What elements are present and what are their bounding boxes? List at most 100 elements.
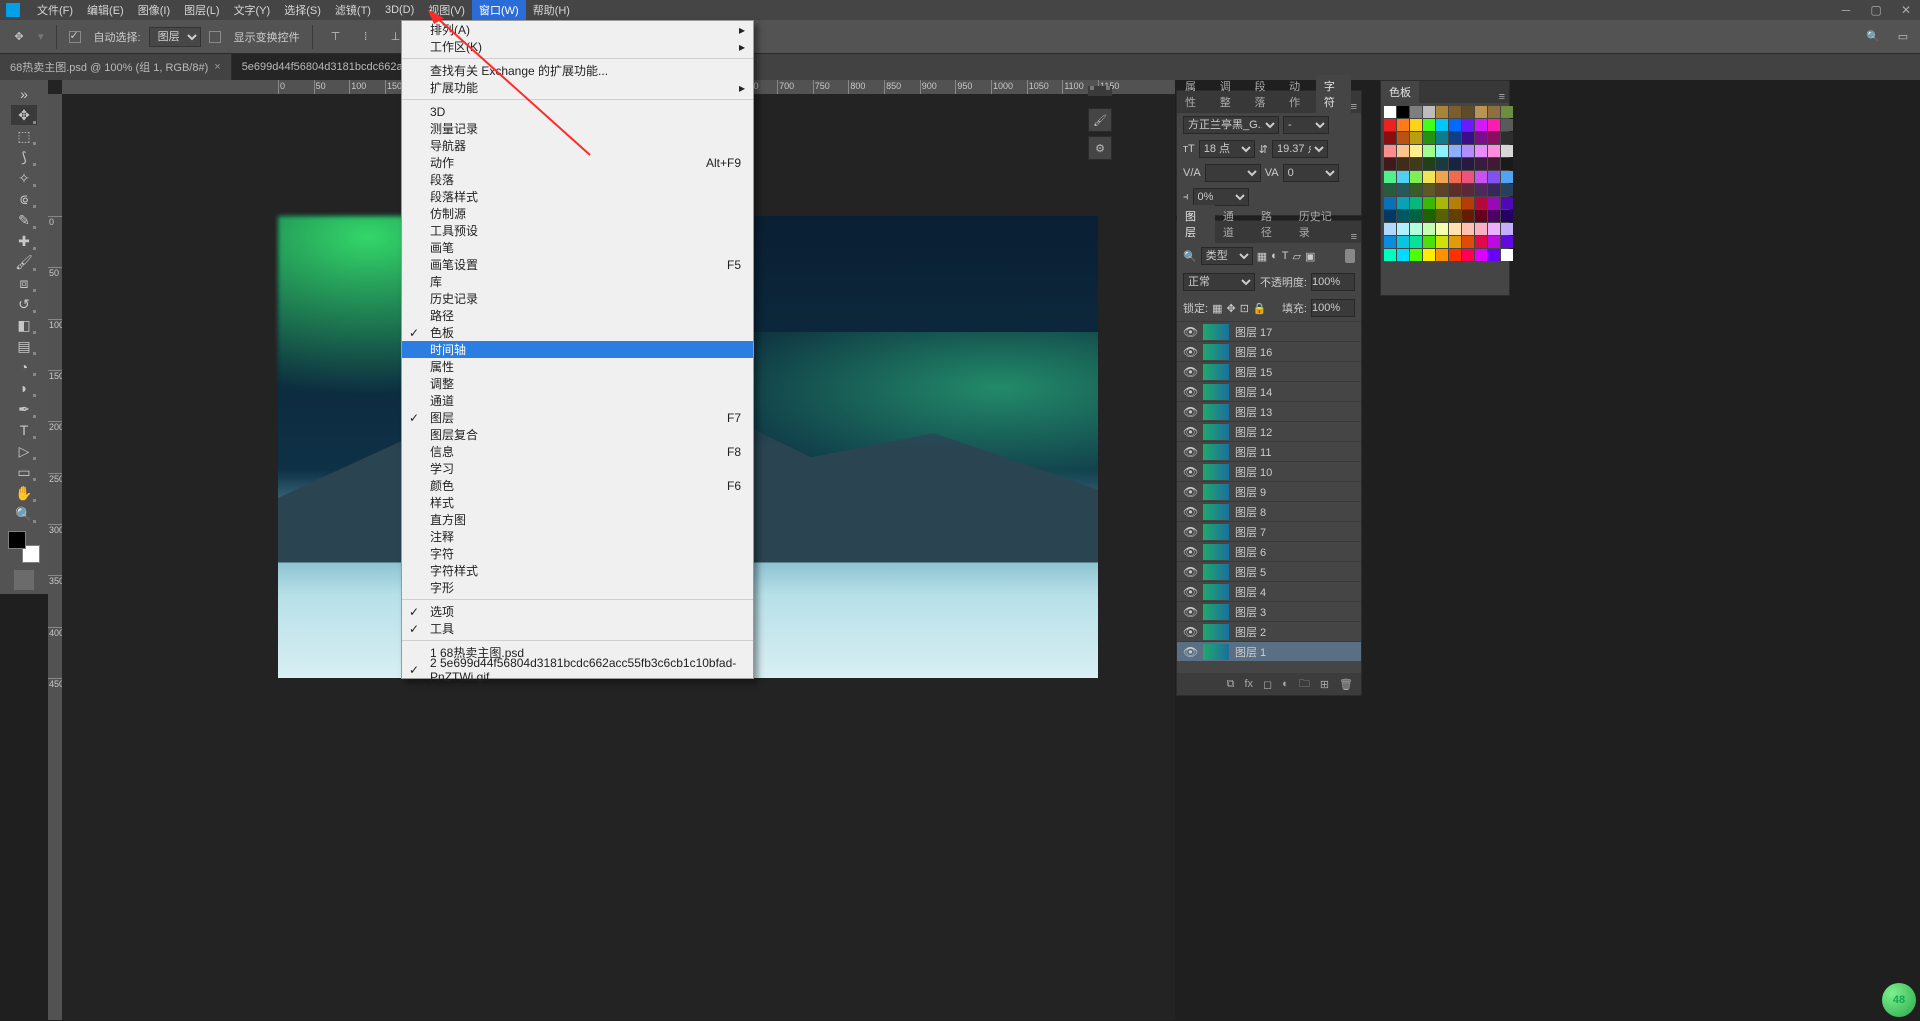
eraser-tool[interactable]: ◧ <box>11 315 37 335</box>
layer-thumbnail[interactable] <box>1203 524 1229 540</box>
swatch[interactable] <box>1384 210 1396 222</box>
maximize-button[interactable]: ▢ <box>1866 0 1886 20</box>
swatch[interactable] <box>1488 249 1500 261</box>
filter-toggle[interactable] <box>1345 249 1355 263</box>
workspace-switcher-icon[interactable]: ▭ <box>1892 26 1914 48</box>
adjustment-layer-icon[interactable]: ◐ <box>1282 678 1289 690</box>
swatch[interactable] <box>1501 158 1513 170</box>
swatch[interactable] <box>1449 171 1461 183</box>
swatches-tab[interactable]: 色板 <box>1381 81 1419 103</box>
layer-thumbnail[interactable] <box>1203 424 1229 440</box>
menu-item[interactable]: 查找有关 Exchange 的扩展功能... <box>402 62 753 79</box>
swatch[interactable] <box>1397 132 1409 144</box>
swatch[interactable] <box>1501 106 1513 118</box>
swatch[interactable] <box>1488 132 1500 144</box>
swatch[interactable] <box>1436 145 1448 157</box>
layer-row[interactable]: 👁图层 9 <box>1177 481 1361 501</box>
swatch[interactable] <box>1436 119 1448 131</box>
menu-item[interactable]: 字形 <box>402 579 753 596</box>
layer-thumbnail[interactable] <box>1203 624 1229 640</box>
visibility-icon[interactable]: 👁 <box>1183 465 1197 479</box>
layer-row[interactable]: 👁图层 16 <box>1177 341 1361 361</box>
lasso-tool[interactable]: ⟆ <box>11 147 37 167</box>
group-icon[interactable]: 🗀 <box>1299 675 1310 694</box>
layer-thumbnail[interactable] <box>1203 464 1229 480</box>
swatch[interactable] <box>1501 197 1513 209</box>
swatch[interactable] <box>1436 197 1448 209</box>
swatch[interactable] <box>1475 119 1487 131</box>
collapsed-dock-header[interactable] <box>1088 86 1112 96</box>
swatch[interactable] <box>1501 184 1513 196</box>
swatch[interactable] <box>1410 249 1422 261</box>
link-layers-icon[interactable]: ⧉ <box>1227 678 1235 691</box>
shape-tool[interactable]: ▭ <box>11 462 37 482</box>
swatch[interactable] <box>1410 223 1422 235</box>
layer-row[interactable]: 👁图层 5 <box>1177 561 1361 581</box>
menu-item[interactable]: 3D(D) <box>378 0 421 20</box>
menu-item[interactable]: ✓图层F7 <box>402 409 753 426</box>
crop-tool[interactable]: ⟃ <box>11 189 37 209</box>
layer-row[interactable]: 👁图层 12 <box>1177 421 1361 441</box>
filter-adjust-icon[interactable]: ◐ <box>1271 250 1278 262</box>
menu-item[interactable]: 工具预设 <box>402 222 753 239</box>
swatch[interactable] <box>1488 145 1500 157</box>
swatch[interactable] <box>1384 223 1396 235</box>
swatch[interactable] <box>1462 236 1474 248</box>
swatch[interactable] <box>1475 158 1487 170</box>
swatch[interactable] <box>1449 106 1461 118</box>
layer-thumbnail[interactable] <box>1203 564 1229 580</box>
toolbox-expand-icon[interactable]: » <box>11 84 37 104</box>
swatch[interactable] <box>1397 236 1409 248</box>
swatch[interactable] <box>1488 171 1500 183</box>
swatch[interactable] <box>1436 223 1448 235</box>
swatch[interactable] <box>1410 132 1422 144</box>
swatch[interactable] <box>1384 132 1396 144</box>
swatch[interactable] <box>1423 197 1435 209</box>
filter-image-icon[interactable]: ▦ <box>1257 250 1267 263</box>
swatch[interactable] <box>1475 236 1487 248</box>
swatch[interactable] <box>1449 249 1461 261</box>
visibility-icon[interactable]: 👁 <box>1183 585 1197 599</box>
menu-item[interactable]: 图层(L) <box>177 0 226 20</box>
swatch[interactable] <box>1488 184 1500 196</box>
swatch[interactable] <box>1462 171 1474 183</box>
stamp-tool[interactable]: ⧈ <box>11 273 37 293</box>
panel-tab[interactable]: 路径 <box>1253 205 1291 243</box>
layer-thumbnail[interactable] <box>1203 544 1229 560</box>
swatch[interactable] <box>1423 236 1435 248</box>
menu-item[interactable]: 画笔 <box>402 239 753 256</box>
menu-item[interactable]: 扩展功能▸ <box>402 79 753 96</box>
spot-heal-tool[interactable]: ✚ <box>11 231 37 251</box>
layer-row[interactable]: 👁图层 4 <box>1177 581 1361 601</box>
swatch[interactable] <box>1462 223 1474 235</box>
leading-input[interactable]: 19.37 点 <box>1272 140 1328 158</box>
minimize-button[interactable]: ─ <box>1836 0 1856 20</box>
layer-thumbnail[interactable] <box>1203 444 1229 460</box>
visibility-icon[interactable]: 👁 <box>1183 505 1197 519</box>
menu-item[interactable]: ✓选项 <box>402 603 753 620</box>
swatch[interactable] <box>1475 197 1487 209</box>
menu-item[interactable]: 选择(S) <box>277 0 328 20</box>
swatch[interactable] <box>1397 158 1409 170</box>
swatch[interactable] <box>1384 171 1396 183</box>
swatch[interactable] <box>1397 223 1409 235</box>
swatch[interactable] <box>1501 132 1513 144</box>
menu-item[interactable]: 学习 <box>402 460 753 477</box>
swatch[interactable] <box>1501 210 1513 222</box>
pen-tool[interactable]: ✒ <box>11 399 37 419</box>
swatch[interactable] <box>1410 197 1422 209</box>
menu-item[interactable]: 滤镜(T) <box>328 0 378 20</box>
swatch[interactable] <box>1397 171 1409 183</box>
layer-thumbnail[interactable] <box>1203 644 1229 660</box>
layer-row[interactable]: 👁图层 10 <box>1177 461 1361 481</box>
type-tool[interactable]: T <box>11 420 37 440</box>
quick-mask-toggle[interactable] <box>14 570 34 590</box>
panel-tab[interactable]: 动作 <box>1281 75 1316 113</box>
swatch[interactable] <box>1397 119 1409 131</box>
menu-item[interactable]: 图像(I) <box>131 0 177 20</box>
menu-item[interactable]: 仿制源 <box>402 205 753 222</box>
filter-shape-icon[interactable]: ▱ <box>1293 250 1301 263</box>
swatch[interactable] <box>1423 223 1435 235</box>
swatch[interactable] <box>1488 119 1500 131</box>
swatch[interactable] <box>1436 171 1448 183</box>
